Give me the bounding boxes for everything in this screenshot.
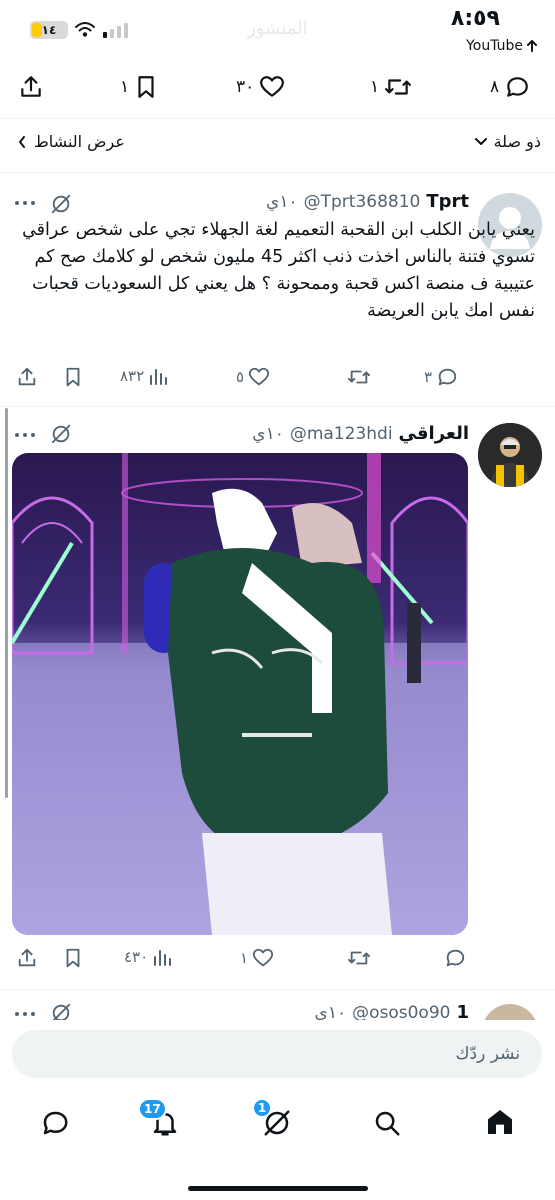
media-image — [12, 453, 468, 935]
retweet-icon — [385, 79, 412, 95]
messages-icon[interactable] — [40, 1108, 70, 1138]
grok-badge-count: 1 — [257, 1101, 267, 1115]
divider — [0, 118, 555, 119]
tweet-text: يعني يابن الكلب ابن القحبة التعميم لغة ا… — [22, 220, 535, 321]
avatar[interactable] — [478, 423, 542, 487]
activity-label: عرض النشاط — [34, 132, 125, 151]
tweet[interactable]: ١٠ي @osos0o90 1 — [0, 990, 555, 1020]
tweet-handle[interactable]: @osos0o90 — [352, 1003, 450, 1021]
tweet[interactable]: ١٠ي @ma123hdi العراقي ٤٣٠ ١ — [0, 407, 555, 985]
like-button[interactable]: ٣٠ — [236, 74, 286, 100]
more-options-icon[interactable] — [14, 1010, 36, 1018]
reply-icon[interactable] — [444, 947, 466, 969]
grok-badge: 1 — [252, 1098, 272, 1118]
share-icon[interactable] — [16, 366, 38, 388]
bottom-nav: 17 1 — [0, 1090, 555, 1200]
back-to-app-link[interactable]: YouTube — [466, 38, 537, 54]
tweet-author[interactable]: Tprt — [426, 191, 469, 212]
heart-icon — [260, 76, 285, 97]
views-count[interactable]: ٨٣٢ — [120, 366, 168, 386]
heart-icon — [252, 948, 274, 967]
like-count: ١ — [240, 949, 249, 967]
reply-bar: نشر ردّك — [0, 1020, 555, 1090]
reply-button[interactable]: ٣ — [424, 366, 458, 388]
like-button[interactable]: ٥ — [236, 366, 270, 388]
retweet-count: ١ — [370, 77, 380, 97]
faded-header-title: المنشور — [247, 18, 308, 39]
views-count[interactable]: ٤٣٠ — [124, 947, 172, 967]
main-post-actions: ١ ٣٠ ١ ٨ — [0, 66, 555, 110]
views-value: ٨٣٢ — [120, 367, 145, 385]
like-count: ٣٠ — [236, 77, 255, 97]
reply-input[interactable]: نشر ردّك — [12, 1030, 542, 1078]
notifications-tab[interactable]: 17 — [138, 1098, 182, 1140]
bookmark-icon[interactable] — [62, 947, 84, 969]
reply-button[interactable]: ٨ — [490, 74, 531, 100]
view-activity-link[interactable]: عرض النشاط — [18, 132, 125, 151]
search-icon[interactable] — [372, 1108, 402, 1138]
heart-icon — [248, 367, 270, 386]
reply-count: ٨ — [490, 77, 500, 97]
reply-placeholder: نشر ردّك — [455, 1044, 520, 1064]
tweet-header: ١٠ي @osos0o90 1 — [315, 1002, 469, 1020]
tweet-handle[interactable]: @ma123hdi — [290, 424, 393, 444]
notifications-badge: 17 — [138, 1098, 167, 1120]
views-value: ٤٣٠ — [124, 948, 149, 966]
chevron-left-icon — [19, 135, 25, 148]
home-indicator — [188, 1186, 368, 1191]
reply-icon — [507, 77, 528, 97]
retweet-button[interactable]: ١ — [370, 74, 413, 100]
tweet-handle[interactable]: @Tprt368810 — [304, 192, 421, 212]
share-icon[interactable] — [18, 74, 44, 100]
tweet[interactable]: ١٠ي @Tprt368810 Tprt يعني يابن الكلب ابن… — [0, 173, 555, 405]
bookmark-icon[interactable] — [62, 366, 84, 388]
tweet-author[interactable]: 1 — [456, 1002, 469, 1020]
status-bar: ٨:٥٩ YouTube ١٤ المنشور — [0, 0, 555, 60]
grok-icon[interactable] — [50, 193, 72, 215]
tweet-header: ١٠ي @Tprt368810 Tprt — [266, 191, 469, 212]
bookmark-icon — [138, 76, 154, 98]
more-options-icon[interactable] — [14, 199, 36, 207]
chevron-down-icon — [474, 137, 487, 145]
retweet-icon[interactable] — [346, 366, 372, 388]
tweet-time: ١٠ي — [252, 423, 284, 444]
retweet-icon[interactable] — [346, 947, 372, 969]
tweet-time: ١٠ي — [314, 1002, 347, 1021]
home-icon[interactable] — [484, 1106, 516, 1138]
sort-dropdown[interactable]: ذو صلة — [474, 132, 541, 151]
back-app-label: YouTube — [466, 38, 523, 54]
avatar[interactable] — [482, 1004, 538, 1020]
tweet-header: ١٠ي @ma123hdi العراقي — [252, 423, 469, 444]
bookmark-button[interactable]: ١ — [120, 74, 159, 100]
notifications-badge-count: 17 — [144, 1102, 161, 1116]
grok-icon[interactable] — [50, 1002, 72, 1020]
tweet-author[interactable]: العراقي — [399, 423, 469, 444]
share-icon[interactable] — [16, 947, 38, 969]
reply-count: ٣ — [424, 368, 433, 386]
back-arrow-icon — [527, 40, 537, 52]
profile-photo — [478, 423, 542, 487]
like-button[interactable]: ١ — [240, 947, 274, 969]
tweet-media[interactable] — [12, 453, 468, 935]
analytics-icon — [154, 950, 172, 966]
grok-tab[interactable]: 1 — [252, 1098, 294, 1140]
reply-icon — [438, 368, 457, 386]
more-options-icon[interactable] — [14, 431, 36, 439]
analytics-icon — [150, 369, 168, 385]
like-count: ٥ — [236, 368, 245, 386]
bookmark-count: ١ — [120, 77, 130, 97]
tweet-time: ١٠ي — [266, 191, 298, 212]
grok-icon[interactable] — [50, 423, 72, 445]
sort-label: ذو صلة — [493, 132, 541, 151]
